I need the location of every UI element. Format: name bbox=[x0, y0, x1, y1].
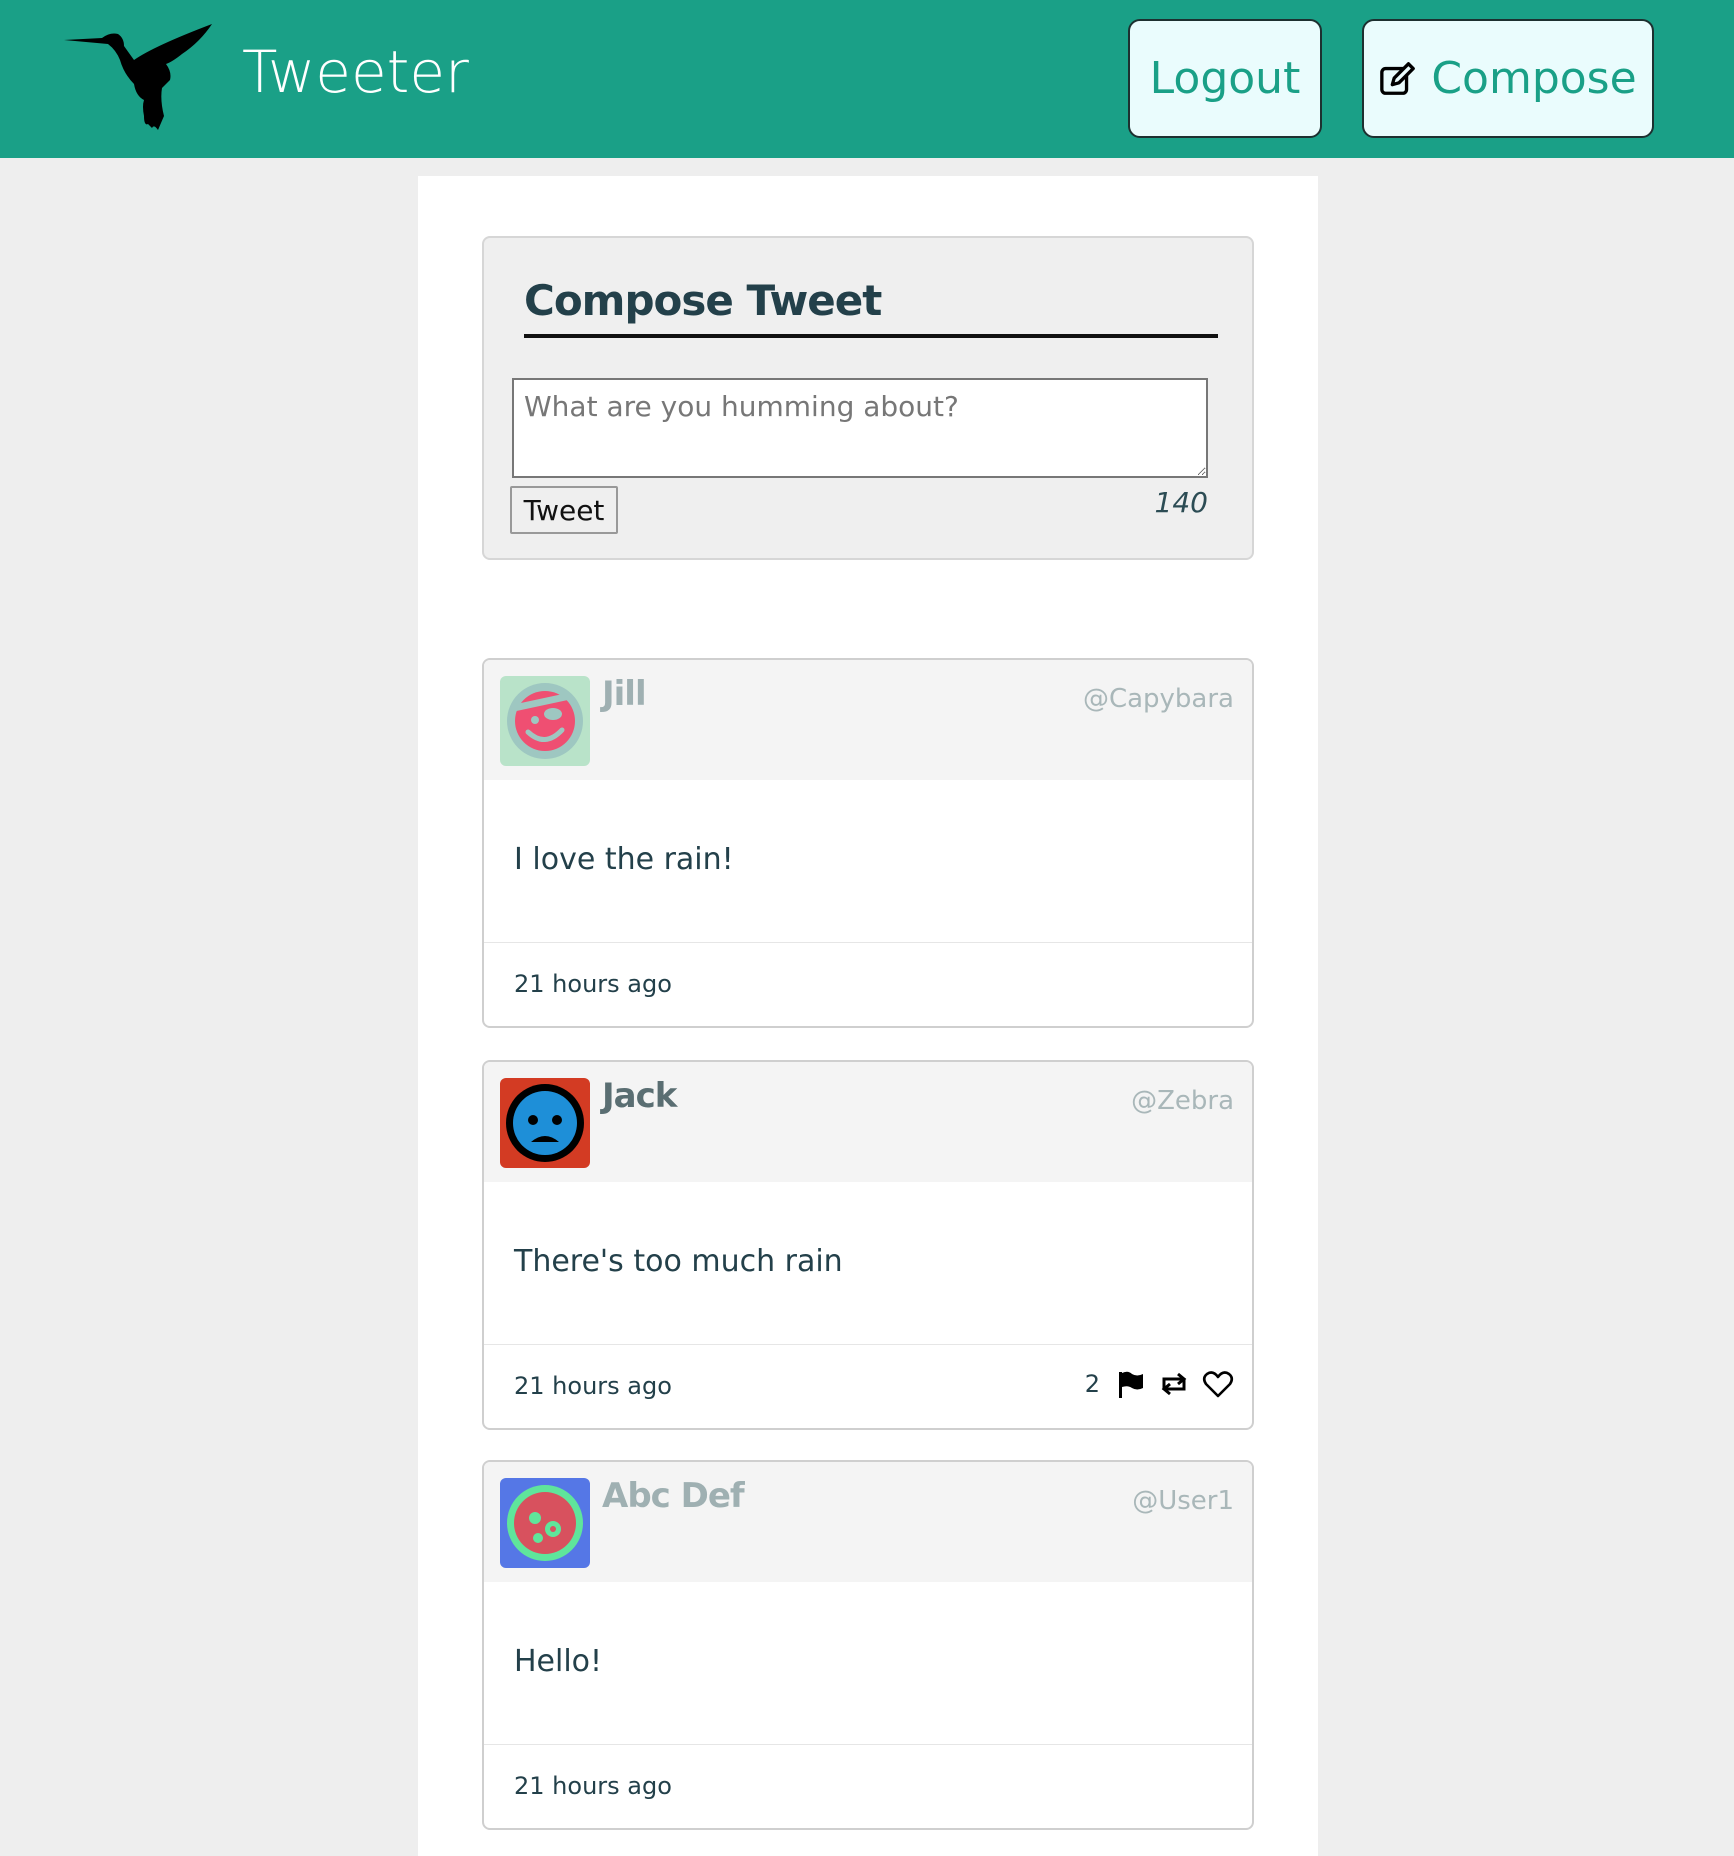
tweet-timestamp: 21 hours ago bbox=[514, 970, 672, 998]
dizzy-face-avatar bbox=[500, 1478, 590, 1568]
flag-icon[interactable] bbox=[1114, 1368, 1146, 1400]
author-handle: @Zebra bbox=[1131, 1086, 1234, 1116]
character-counter: 140 bbox=[1154, 486, 1208, 519]
tweet-text: Hello! bbox=[514, 1644, 603, 1679]
hummingbird-icon bbox=[64, 24, 212, 130]
tweet-header: Jack @Zebra bbox=[484, 1062, 1252, 1182]
tweet-card: Abc Def @User1 Hello! 21 hours ago bbox=[482, 1460, 1254, 1830]
tweet-timestamp: 21 hours ago bbox=[514, 1772, 672, 1800]
sad-face-avatar bbox=[500, 1078, 590, 1168]
retweet-icon[interactable] bbox=[1158, 1368, 1190, 1400]
tweet-timestamp: 21 hours ago bbox=[514, 1372, 672, 1400]
author-name: Jill bbox=[602, 674, 647, 714]
avatar bbox=[500, 1478, 590, 1568]
divider bbox=[484, 942, 1252, 943]
tweet-submit-button[interactable]: Tweet bbox=[510, 486, 618, 534]
author-handle: @User1 bbox=[1132, 1486, 1234, 1516]
tweet-card: Jill @Capybara I love the rain! 21 hours… bbox=[482, 658, 1254, 1028]
main-container: Compose Tweet Tweet 140 Jill @Capybara I… bbox=[418, 176, 1318, 1856]
tweet-header: Abc Def @User1 bbox=[484, 1462, 1252, 1582]
compose-button[interactable]: Compose bbox=[1362, 19, 1654, 138]
avatar bbox=[500, 1078, 590, 1168]
author-name: Jack bbox=[602, 1076, 677, 1116]
avatar bbox=[500, 676, 590, 766]
tweet-textarea[interactable] bbox=[512, 378, 1208, 478]
tweet-card: Jack @Zebra There's too much rain 21 hou… bbox=[482, 1060, 1254, 1430]
pirate-face-avatar bbox=[500, 676, 590, 766]
compose-title: Compose Tweet bbox=[524, 276, 1218, 338]
compose-button-label: Compose bbox=[1431, 53, 1637, 104]
tweet-header: Jill @Capybara bbox=[484, 660, 1252, 780]
tweet-text: There's too much rain bbox=[514, 1244, 843, 1279]
logout-button[interactable]: Logout bbox=[1128, 19, 1322, 138]
brand-title[interactable]: Tweeter bbox=[242, 38, 469, 106]
heart-icon[interactable] bbox=[1202, 1368, 1234, 1400]
author-handle: @Capybara bbox=[1082, 684, 1234, 714]
pencil-square-icon bbox=[1380, 61, 1416, 95]
compose-tweet-form: Compose Tweet Tweet 140 bbox=[482, 236, 1254, 560]
top-navbar: Tweeter Logout Compose bbox=[0, 0, 1734, 158]
flag-count: 2 bbox=[1084, 1370, 1100, 1398]
tweet-text: I love the rain! bbox=[514, 842, 734, 877]
tweet-actions: 2 bbox=[1085, 1368, 1234, 1400]
author-name: Abc Def bbox=[602, 1476, 745, 1516]
divider bbox=[484, 1744, 1252, 1745]
divider bbox=[484, 1344, 1252, 1345]
